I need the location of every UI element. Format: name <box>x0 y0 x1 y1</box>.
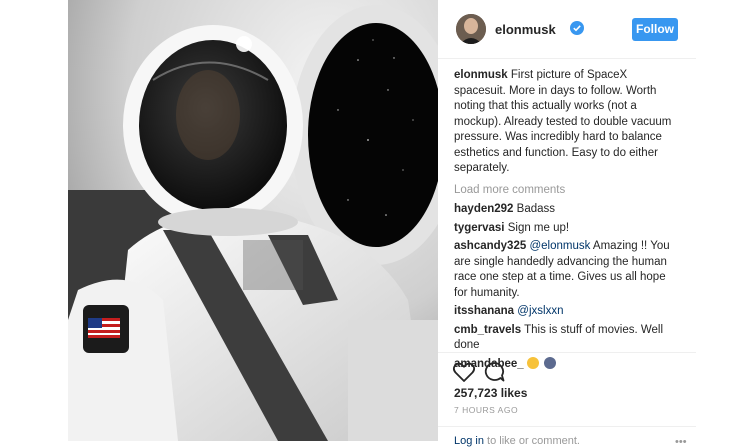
comment-username[interactable]: ashcandy325 <box>454 240 526 252</box>
comment-username[interactable]: hayden292 <box>454 203 513 215</box>
login-suffix: to like or comment. <box>487 435 580 447</box>
comment-item: cmb_travels This is stuff of movies. Wel… <box>454 323 682 354</box>
post-header: elonmusk Follow <box>438 0 696 59</box>
verified-badge-icon <box>570 21 584 35</box>
avatar-image <box>456 14 486 44</box>
login-bar: Log in to like or comment. ••• <box>438 426 696 448</box>
comment-item: tygervasi Sign me up! <box>454 221 682 237</box>
post-modal: elonmusk Follow elonmusk First picture o… <box>68 0 696 448</box>
likes-count[interactable]: 257,723 likes <box>454 386 527 400</box>
comment-item: ashcandy325 @elonmusk Amazing !! You are… <box>454 239 682 301</box>
avatar[interactable] <box>456 14 486 44</box>
more-options-icon[interactable]: ••• <box>675 436 687 448</box>
comment-username[interactable]: tygervasi <box>454 222 505 234</box>
comment-item: hayden292 Badass <box>454 202 682 218</box>
login-prompt: Log in to like or comment. <box>454 435 580 447</box>
post-username[interactable]: elonmusk <box>495 22 556 37</box>
comment-mention[interactable]: @elonmusk <box>529 240 590 252</box>
post-timestamp: 7 HOURS AGO <box>454 405 519 415</box>
post-photo <box>68 0 438 441</box>
caption-text: First picture of SpaceX spacesuit. More … <box>454 69 672 174</box>
comments-list: elonmusk First picture of SpaceX spacesu… <box>454 68 682 383</box>
load-more-comments-link[interactable]: Load more comments <box>454 183 682 199</box>
post-side-panel: elonmusk Follow elonmusk First picture o… <box>438 0 696 448</box>
monk-emoji-icon <box>544 356 557 369</box>
comment-username[interactable]: cmb_travels <box>454 324 521 336</box>
comment-text: Badass <box>516 203 556 215</box>
spacesuit-photo <box>68 0 438 441</box>
post-caption: elonmusk First picture of SpaceX spacesu… <box>454 68 682 177</box>
comment-mention[interactable]: @jxslxxn <box>517 305 563 317</box>
comment-text: Sign me up! <box>507 221 570 234</box>
login-link[interactable]: Log in <box>454 435 484 447</box>
star-struck-emoji-icon <box>526 356 539 369</box>
heart-icon[interactable] <box>452 361 476 383</box>
post-actions: 257,723 likes 7 HOURS AGO <box>438 352 696 415</box>
comment-bubble-icon[interactable] <box>482 361 506 383</box>
comment-item: itsshanana @jxslxxn <box>454 304 682 320</box>
comment-username[interactable]: itsshanana <box>454 305 514 317</box>
follow-button[interactable]: Follow <box>632 18 678 41</box>
caption-username[interactable]: elonmusk <box>454 69 508 81</box>
